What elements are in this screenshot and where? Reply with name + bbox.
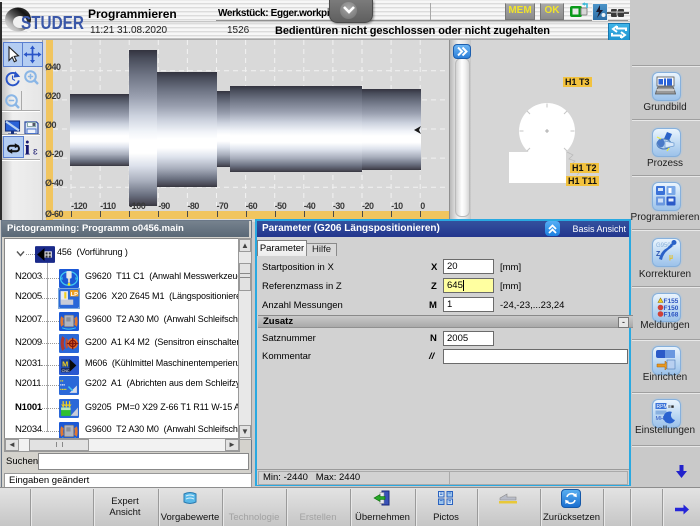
svg-text:F1681: F1681 <box>664 312 679 319</box>
svg-text:µ: µ <box>669 254 673 261</box>
svg-text:RPM: RPM <box>657 404 668 410</box>
svg-text:LP: LP <box>71 291 79 297</box>
svg-text:≡■: ≡■ <box>668 404 674 410</box>
svg-text:CNC: CNC <box>62 368 70 372</box>
svg-text:Z: Z <box>656 251 661 258</box>
svg-text:••••: •••• <box>60 387 67 392</box>
svg-text:i: i <box>25 138 31 157</box>
svg-text:ɛ: ɛ <box>33 147 38 158</box>
svg-text:M: M <box>62 359 68 368</box>
svg-text:F1551: F1551 <box>664 298 679 305</box>
